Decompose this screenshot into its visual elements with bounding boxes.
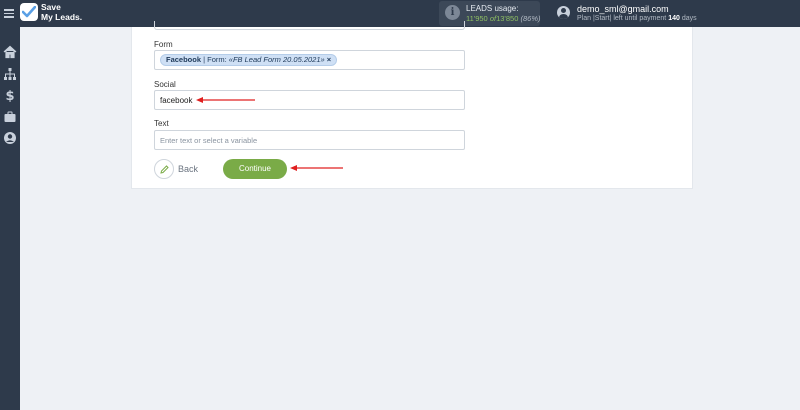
usage-used: 11'950: [466, 14, 488, 23]
usage-percent: (86%): [520, 14, 541, 23]
text-label: Text: [154, 119, 169, 128]
form-label: Form: [154, 40, 173, 49]
brand-line2: My Leads.: [41, 11, 83, 22]
user-avatar-icon[interactable]: [557, 6, 570, 19]
info-icon[interactable]: i: [445, 5, 460, 20]
form-card: Form Facebook | Form: «FB Lead Form 20.0…: [131, 21, 693, 189]
pencil-icon: [160, 165, 169, 174]
annotation-arrow-continue: [290, 165, 343, 171]
briefcase-icon[interactable]: [3, 110, 17, 124]
back-label[interactable]: Back: [178, 164, 198, 174]
dollar-icon[interactable]: $: [3, 88, 17, 102]
back-button[interactable]: [154, 159, 174, 179]
home-icon[interactable]: [3, 45, 17, 59]
user-email[interactable]: demo_sml@gmail.com: [577, 4, 669, 14]
annotation-arrow-social: [196, 97, 255, 103]
social-label: Social: [154, 80, 176, 89]
text-field[interactable]: Enter text or select a variable: [154, 130, 465, 150]
continue-button[interactable]: Continue: [223, 159, 287, 179]
usage-total: 13'850: [496, 14, 519, 23]
remove-tag-icon[interactable]: ×: [327, 55, 331, 64]
text-placeholder: Enter text or select a variable: [160, 136, 258, 145]
form-tag-separator: | Form:: [201, 55, 229, 64]
previous-field[interactable]: [154, 21, 465, 30]
usage-title: LEADS usage:: [466, 4, 519, 13]
form-tag[interactable]: Facebook | Form: «FB Lead Form 20.05.202…: [160, 54, 338, 66]
social-value: facebook: [160, 96, 193, 105]
plan-days-suffix: days: [681, 15, 697, 22]
brand-name[interactable]: Save My Leads.: [41, 2, 83, 22]
user-circle-icon[interactable]: [3, 131, 17, 145]
form-tag-source: Facebook: [166, 55, 202, 64]
plan-days: 140: [668, 15, 680, 22]
form-tag-name: «FB Lead Form 20.05.2021»: [228, 55, 325, 64]
menu-icon[interactable]: [4, 7, 14, 19]
sitemap-icon[interactable]: [3, 67, 17, 81]
plan-info: Plan |Start| left until payment 140 days: [577, 15, 697, 22]
form-field[interactable]: Facebook | Form: «FB Lead Form 20.05.202…: [154, 50, 465, 70]
usage-value: 11'950 of13'850 (86%): [466, 14, 541, 23]
plan-prefix: Plan |Start| left until payment: [577, 15, 667, 22]
logo-icon[interactable]: [20, 3, 38, 21]
sidebar: $: [0, 27, 20, 410]
svg-text:$: $: [5, 89, 14, 102]
